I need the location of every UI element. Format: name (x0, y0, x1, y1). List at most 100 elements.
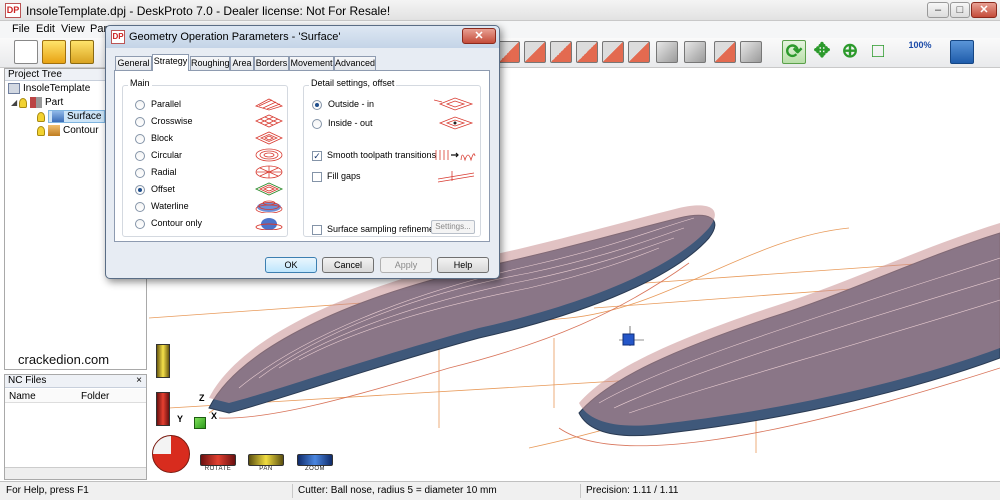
radio-button[interactable] (135, 99, 145, 110)
capture-camera-icon[interactable] (740, 41, 762, 63)
help-button[interactable]: Help (437, 257, 489, 273)
radio-button[interactable] (135, 116, 145, 127)
window-title: InsoleTemplate.dpj - DeskProto 7.0 - Dea… (26, 4, 391, 18)
ok-button[interactable]: OK (265, 257, 317, 273)
view-cube-icon[interactable] (524, 41, 546, 63)
smooth-transitions-checkbox[interactable]: ✓ Smooth toolpath transitions (312, 149, 436, 161)
tree-item-contour[interactable]: Contour (37, 125, 99, 138)
menu-view[interactable]: View (61, 23, 85, 35)
checkbox-checked[interactable]: ✓ (312, 150, 322, 161)
lightbulb-icon[interactable] (37, 111, 45, 122)
part-icon (30, 97, 42, 108)
radio-button[interactable] (135, 133, 145, 144)
option-crosswise[interactable]: Crosswise (135, 115, 193, 127)
expand-icon[interactable]: ◢ (11, 98, 19, 107)
tab-borders[interactable]: Borders (254, 56, 289, 70)
radio-button[interactable] (135, 150, 145, 161)
axis-x-label: X (211, 411, 218, 421)
radio-button[interactable] (312, 118, 322, 129)
light-slider-icon[interactable] (156, 344, 170, 378)
radio-button[interactable] (135, 218, 145, 229)
maximize-button[interactable]: □ (950, 2, 970, 18)
zoom-mode-icon[interactable]: ⊕ (838, 40, 862, 64)
horizontal-scrollbar[interactable] (5, 467, 146, 479)
zoom-100-icon[interactable]: 100% (908, 40, 932, 64)
nc-files-columns: Name Folder (5, 389, 146, 403)
apply-button[interactable]: Apply (380, 257, 432, 273)
cancel-button[interactable]: Cancel (322, 257, 374, 273)
dialog-close-button[interactable]: ✕ (462, 28, 496, 44)
view-cube-icon[interactable] (602, 41, 624, 63)
tab-general[interactable]: General (115, 56, 152, 70)
radio-button-selected[interactable] (312, 99, 322, 110)
option-waterline[interactable]: Waterline (135, 200, 189, 212)
settings-button[interactable]: Settings... (431, 220, 475, 234)
view-cube-icon[interactable] (628, 41, 650, 63)
checkbox[interactable] (312, 171, 322, 182)
strategy-tab-panel: Main Parallel Crosswise Block Circular R… (114, 70, 490, 242)
main-strategy-group: Main Parallel Crosswise Block Circular R… (122, 78, 288, 237)
zoom-window-icon[interactable]: □ (866, 40, 890, 64)
zoom-button[interactable] (297, 454, 333, 466)
option-outside-in[interactable]: Outside - in (312, 98, 374, 110)
option-label: Inside - out (328, 118, 373, 128)
pan-button[interactable] (248, 454, 284, 466)
rotate-mode-icon[interactable]: ⟳ (782, 40, 806, 64)
rotate-label: ROTATE (204, 466, 232, 472)
dialog-title: Geometry Operation Parameters - 'Surface… (129, 31, 341, 43)
menu-file[interactable]: File (12, 23, 30, 35)
minimize-button[interactable]: – (927, 2, 949, 18)
option-block[interactable]: Block (135, 132, 173, 144)
light-slider-icon[interactable] (156, 392, 170, 426)
radio-button-selected[interactable] (135, 184, 145, 195)
surface-sampling-checkbox[interactable]: Surface sampling refinement (312, 223, 442, 235)
checkbox[interactable] (312, 224, 322, 235)
tab-area[interactable]: Area (230, 56, 254, 70)
pan-label: PAN (259, 466, 273, 472)
checkbox-label: Surface sampling refinement (327, 224, 442, 234)
close-button[interactable]: ✕ (971, 2, 997, 18)
close-icon[interactable]: × (136, 375, 142, 387)
new-file-icon[interactable] (14, 40, 38, 64)
save-icon[interactable] (70, 40, 94, 64)
block-strategy-icon (255, 131, 283, 145)
radial-strategy-icon (255, 165, 283, 179)
option-circular[interactable]: Circular (135, 149, 182, 161)
view-cube-icon[interactable] (656, 41, 678, 63)
option-contour-only[interactable]: Contour only (135, 217, 202, 229)
pan-mode-icon[interactable]: ✥ (810, 40, 834, 64)
view-cube-icon[interactable] (684, 41, 706, 63)
render-camera-icon[interactable] (714, 41, 736, 63)
option-radial[interactable]: Radial (135, 166, 177, 178)
column-name[interactable]: Name (9, 391, 36, 402)
tab-movement[interactable]: Movement (289, 56, 334, 70)
view-cube-icon[interactable] (576, 41, 598, 63)
lightbulb-icon[interactable] (37, 125, 45, 136)
option-inside-out[interactable]: Inside - out (312, 117, 373, 129)
tab-strategy[interactable]: Strategy (152, 54, 189, 71)
option-parallel[interactable]: Parallel (135, 98, 181, 110)
option-label: Parallel (151, 99, 182, 109)
view-cube-icon[interactable] (550, 41, 572, 63)
tab-advanced[interactable]: Advanced (334, 56, 376, 70)
status-cutter: Cutter: Ball nose, radius 5 = diameter 1… (298, 485, 497, 496)
lightbulb-icon[interactable] (19, 97, 27, 108)
radio-button[interactable] (135, 167, 145, 178)
rotate-button[interactable] (200, 454, 236, 466)
option-offset[interactable]: Offset (135, 183, 175, 195)
tree-item-project[interactable]: InsoleTemplate (8, 83, 90, 96)
open-folder-icon[interactable] (42, 40, 66, 64)
column-folder[interactable]: Folder (81, 391, 109, 402)
tree-item-part[interactable]: ◢ Part (11, 97, 63, 110)
tab-roughing[interactable]: Roughing (190, 56, 230, 70)
tree-item-surface[interactable]: Surface (37, 110, 106, 124)
nc-files-title: NC Files (8, 375, 47, 386)
radio-button[interactable] (135, 201, 145, 212)
help-book-icon[interactable] (950, 40, 974, 64)
menu-edit[interactable]: Edit (36, 23, 55, 35)
dialog-titlebar[interactable]: DP Geometry Operation Parameters - 'Surf… (106, 26, 499, 48)
view-cube-icon[interactable] (498, 41, 520, 63)
fill-gaps-checkbox[interactable]: Fill gaps (312, 170, 361, 182)
axis-y-label: Y (177, 414, 184, 424)
rotation-dial-icon[interactable] (152, 435, 190, 473)
